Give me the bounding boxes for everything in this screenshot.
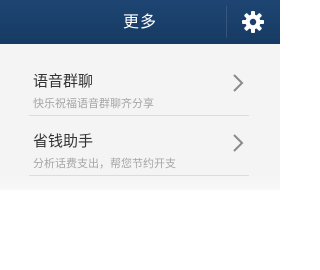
menu-item-savings-assistant[interactable]: 省钱助手 分析话费支出，帮您节约开支	[0, 116, 280, 176]
menu-item-subtitle: 快乐祝福语音群聊齐分享	[33, 97, 154, 110]
menu-item-voice-group-chat[interactable]: 语音群聊 快乐祝福语音群聊齐分享	[0, 56, 280, 116]
chevron-right-icon	[233, 134, 244, 152]
more-menu-list: 语音群聊 快乐祝福语音群聊齐分享 省钱助手 分析话费支出，帮您节约开支	[0, 44, 280, 190]
settings-button[interactable]	[230, 4, 276, 40]
menu-item-title: 语音群聊	[33, 72, 94, 90]
chevron-right-icon	[233, 74, 244, 92]
top-bar: 更多	[0, 0, 280, 44]
menu-item-title: 省钱助手	[33, 132, 94, 150]
more-screen: 更多 语音群聊 快乐祝福语音群聊齐分享 省钱助手 分析话费支出，帮您节约开支	[0, 0, 280, 270]
top-bar-divider	[226, 6, 227, 38]
bottom-fade	[0, 175, 280, 215]
gear-icon	[242, 11, 264, 33]
menu-item-subtitle: 分析话费支出，帮您节约开支	[33, 157, 176, 170]
